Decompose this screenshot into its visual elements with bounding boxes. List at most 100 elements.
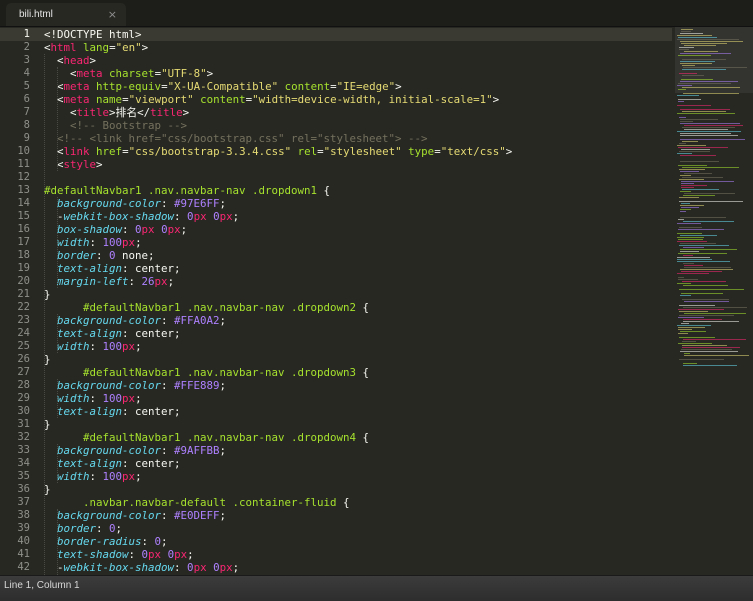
code-line[interactable]: 40 border-radius: 0; bbox=[0, 535, 672, 548]
code-line[interactable]: 1 <!DOCTYPE html> bbox=[0, 28, 672, 41]
code-token: 100 bbox=[102, 236, 123, 249]
code-line[interactable]: 24 text-align: center; bbox=[0, 327, 672, 340]
code-editor[interactable]: 1 <!DOCTYPE html> 2 <html lang="en"> 3 <head>… bbox=[0, 27, 672, 575]
code-text: <title>排名</title> bbox=[70, 106, 189, 119]
code-token: html bbox=[50, 41, 77, 54]
code-line[interactable]: 30 text-align: center; bbox=[0, 405, 672, 418]
minimap-line bbox=[679, 169, 705, 170]
code-line[interactable]: 5 <meta http-equiv="X-UA-Compatible" cont… bbox=[0, 80, 672, 93]
code-line[interactable]: 15 -webkit-box-shadow: 0px 0px; bbox=[0, 210, 672, 223]
minimap-line bbox=[680, 119, 718, 120]
code-token: : center; bbox=[122, 457, 181, 470]
line-number: 42 bbox=[17, 561, 30, 573]
code-line[interactable]: 31} bbox=[0, 418, 672, 431]
code-line[interactable]: 8 <!-- Bootstrap --> bbox=[0, 119, 672, 132]
code-token: { bbox=[336, 496, 350, 509]
code-token: text-align bbox=[57, 262, 123, 275]
line-number: 33 bbox=[17, 444, 30, 456]
code-line[interactable]: 42 -webkit-box-shadow: 0px 0px; bbox=[0, 561, 672, 574]
code-line[interactable]: 19 text-align: center; bbox=[0, 262, 672, 275]
minimap-line bbox=[682, 347, 740, 348]
code-line[interactable]: 25 width: 100px; bbox=[0, 340, 672, 353]
line-number: 21 bbox=[17, 288, 30, 300]
code-text: text-align: center; bbox=[57, 457, 181, 470]
code-line[interactable]: 34 text-align: center; bbox=[0, 457, 672, 470]
indent-guide bbox=[57, 379, 58, 418]
close-icon[interactable]: × bbox=[108, 8, 117, 21]
code-text: background-color: #97E6FF; bbox=[57, 197, 226, 210]
file-tab[interactable]: bili.html × bbox=[6, 3, 126, 26]
code-line[interactable]: 29 width: 100px; bbox=[0, 392, 672, 405]
code-token: : bbox=[174, 561, 188, 574]
minimap-line bbox=[682, 111, 726, 112]
line-number: 41 bbox=[17, 548, 30, 560]
minimap-line bbox=[680, 331, 706, 332]
minimap-line bbox=[683, 319, 722, 320]
code-line[interactable]: 38 background-color: #E0DEFF; bbox=[0, 509, 672, 522]
minimap-line bbox=[682, 167, 739, 168]
minimap[interactable] bbox=[675, 27, 753, 575]
code-line[interactable]: 10 <link href="css/bootstrap-3.3.4.css" r… bbox=[0, 145, 672, 158]
code-token: "text/css" bbox=[440, 145, 506, 158]
code-line[interactable]: 23 background-color: #FFA0A2; bbox=[0, 314, 672, 327]
minimap-line bbox=[680, 235, 717, 236]
code-token: ; bbox=[219, 314, 227, 327]
code-line[interactable]: 6 <meta name="viewport" content="width=de… bbox=[0, 93, 672, 106]
minimap-line bbox=[683, 195, 715, 196]
minimap-line bbox=[678, 329, 692, 330]
code-line[interactable]: 17 width: 100px; bbox=[0, 236, 672, 249]
minimap-line bbox=[679, 227, 702, 228]
minimap-line bbox=[680, 175, 691, 176]
minimap-line bbox=[677, 39, 739, 40]
code-line[interactable]: 33 background-color: #9AFFBB; bbox=[0, 444, 672, 457]
minimap-line bbox=[684, 129, 728, 130]
code-token: #97E6FF bbox=[174, 197, 220, 210]
code-line[interactable]: 36} bbox=[0, 483, 672, 496]
code-line[interactable]: 16 box-shadow: 0px 0px; bbox=[0, 223, 672, 236]
minimap-line bbox=[683, 247, 704, 248]
minimap-line bbox=[681, 207, 699, 208]
code-token: ; bbox=[135, 392, 142, 405]
code-line[interactable]: 12 bbox=[0, 171, 672, 184]
code-text: width: 100px; bbox=[57, 470, 142, 483]
code-line[interactable]: 37 .navbar.navbar-default .container-flui… bbox=[0, 496, 672, 509]
line-number: 3 bbox=[23, 54, 30, 66]
code-line[interactable]: 35 width: 100px; bbox=[0, 470, 672, 483]
minimap-line bbox=[681, 43, 727, 44]
code-line[interactable]: 3 <head> bbox=[0, 54, 672, 67]
code-line[interactable]: 4 <meta charset="UTF-8"> bbox=[0, 67, 672, 80]
code-token: : bbox=[89, 340, 103, 353]
minimap-line bbox=[684, 51, 718, 52]
code-line[interactable]: 18 border: 0 none; bbox=[0, 249, 672, 262]
code-line[interactable]: 28 background-color: #FFE889; bbox=[0, 379, 672, 392]
code-line[interactable]: 41 text-shadow: 0px 0px; bbox=[0, 548, 672, 561]
minimap-line bbox=[681, 31, 691, 32]
code-text: border: 0 none; bbox=[57, 249, 155, 262]
code-line[interactable]: 9 <!-- <link href="css/bootstrap.css" rel… bbox=[0, 132, 672, 145]
code-line[interactable]: 27 #defaultNavbar1 .nav.navbar-nav .dropd… bbox=[0, 366, 672, 379]
code-line[interactable]: 13 #defaultNavbar1 .nav.navbar-nav .dropd… bbox=[0, 184, 672, 197]
code-line[interactable]: 21} bbox=[0, 288, 672, 301]
line-number: 37 bbox=[17, 496, 30, 508]
code-line[interactable]: 20 margin-left: 26px; bbox=[0, 275, 672, 288]
code-line[interactable]: 32 #defaultNavbar1 .nav.navbar-nav .dropd… bbox=[0, 431, 672, 444]
code-text: #defaultNavbar1 .nav.navbar-nav .dropdow… bbox=[83, 301, 369, 314]
code-line[interactable]: 7 <title>排名</title> bbox=[0, 106, 672, 119]
code-line[interactable]: 26} bbox=[0, 353, 672, 366]
code-text: -webkit-box-shadow: 0px 0px; bbox=[57, 210, 239, 223]
minimap-line bbox=[679, 143, 686, 144]
code-line[interactable]: 22 #defaultNavbar1 .nav.navbar-nav .dropd… bbox=[0, 301, 672, 314]
minimap-line bbox=[677, 273, 709, 274]
code-line[interactable]: 2 <html lang="en"> bbox=[0, 41, 672, 54]
status-bar: Line 1, Column 1 bbox=[0, 575, 753, 601]
code-line[interactable]: 39 border: 0; bbox=[0, 522, 672, 535]
code-line[interactable]: 14 background-color: #97E6FF; bbox=[0, 197, 672, 210]
code-line[interactable]: 11 <style> bbox=[0, 158, 672, 171]
minimap-line bbox=[679, 73, 697, 74]
minimap-line bbox=[684, 267, 731, 268]
minimap-line bbox=[680, 351, 738, 352]
code-token: ; bbox=[180, 223, 188, 236]
code-text: <html lang="en"> bbox=[44, 41, 148, 54]
minimap-line bbox=[681, 293, 723, 294]
code-text: <!-- <link href="css/bootstrap.css" rel=… bbox=[57, 132, 428, 145]
